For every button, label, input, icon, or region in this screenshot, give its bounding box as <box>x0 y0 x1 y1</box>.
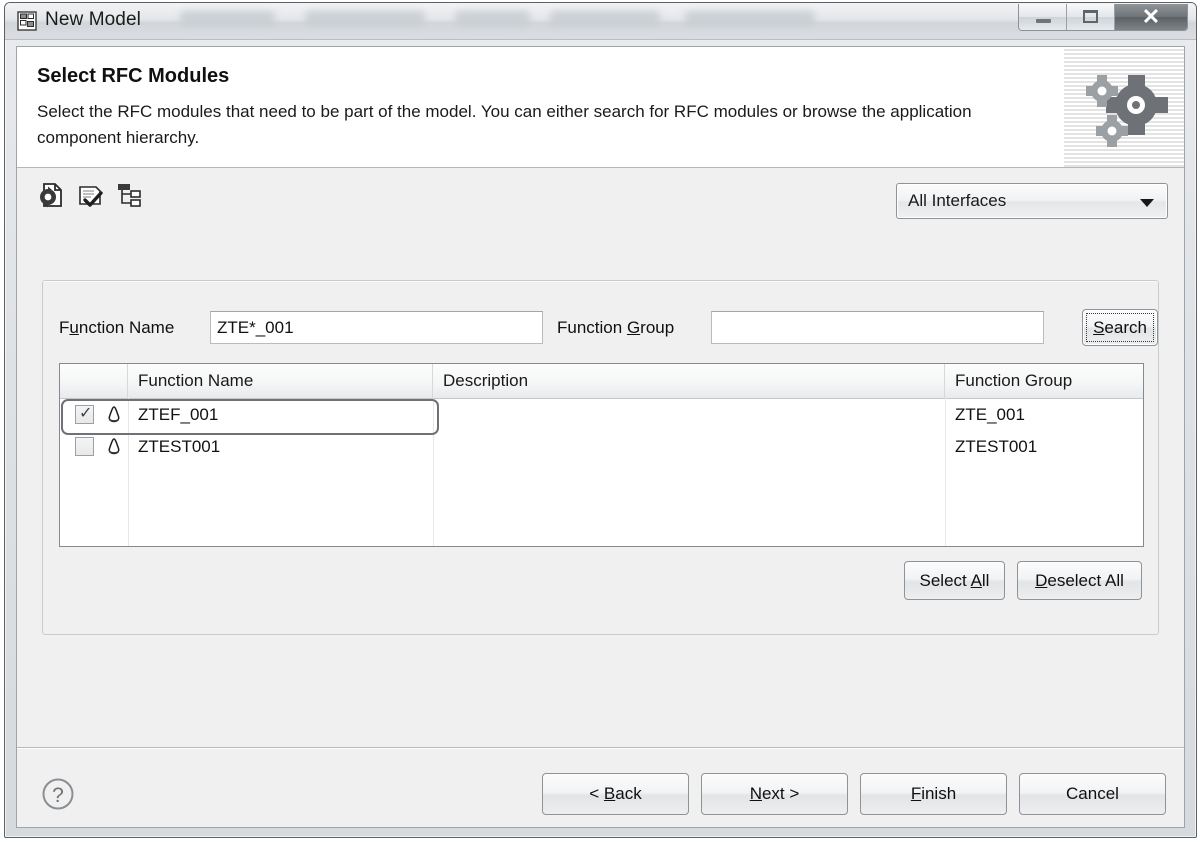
wizard-banner: Select RFC Modules Select the RFC module… <box>17 47 1184 168</box>
hierarchy-tree-icon[interactable] <box>115 181 143 209</box>
function-name-label: Function Name <box>59 318 175 337</box>
rfc-modules-table[interactable]: Function Name Description Function Group… <box>59 363 1144 547</box>
column-header-function-group[interactable]: Function Group <box>945 364 1143 398</box>
function-name-input[interactable] <box>210 311 543 344</box>
cell-description <box>433 399 945 431</box>
footer-separator <box>17 747 1184 749</box>
function-group-input[interactable] <box>711 311 1044 344</box>
close-icon: ✕ <box>1141 4 1161 29</box>
page-description: Select the RFC modules that need to be p… <box>37 102 972 147</box>
search-button[interactable]: Search <box>1082 309 1158 346</box>
screenshot-root: New Model ✕ Select RFC Modules Select th… <box>0 0 1201 842</box>
table-row[interactable]: ✓ ZTEF_001 ZTE_001 <box>60 399 1143 435</box>
selection-buttons: Select All Deselect All <box>904 561 1142 600</box>
checkmark-icon: ✓ <box>79 405 93 422</box>
restore-icon <box>1082 10 1098 23</box>
cell-function-name: ZTEF_001 <box>138 405 219 424</box>
row-checkbox[interactable]: ✓ <box>75 405 94 424</box>
toolbar: All Interfaces <box>17 169 1184 235</box>
row-select-cell[interactable]: ✓ <box>60 399 128 431</box>
row-select-cell[interactable] <box>60 431 128 463</box>
deselect-all-button[interactable]: Deselect All <box>1017 561 1142 600</box>
cell-function-group: ZTE_001 <box>955 405 1025 424</box>
rfc-module-icon <box>108 438 120 455</box>
rfc-module-icon <box>108 406 120 423</box>
minimize-button[interactable] <box>1019 4 1067 30</box>
svg-text:?: ? <box>52 784 64 807</box>
finish-button[interactable]: Finish <box>860 773 1007 815</box>
document-check-icon[interactable] <box>76 181 104 209</box>
interface-filter-value: All Interfaces <box>908 191 1007 210</box>
next-button[interactable]: Next > <box>701 773 848 815</box>
search-results-panel: Function Name Function Group Search Func… <box>42 280 1159 635</box>
row-checkbox[interactable] <box>75 437 94 456</box>
chevron-down-icon <box>1140 199 1154 207</box>
search-row: Function Name Function Group Search <box>43 309 1158 349</box>
gears-banner-graphic <box>1064 47 1184 167</box>
interface-filter-combo[interactable]: All Interfaces <box>896 183 1168 219</box>
wizard-buttons: < Back Next > Finish Cancel <box>542 773 1166 815</box>
cell-function-name: ZTEST001 <box>138 437 221 456</box>
wizard-dialog: Select RFC Modules Select the RFC module… <box>16 46 1185 828</box>
window-title: New Model <box>45 9 141 30</box>
toolbar-icon-group <box>37 181 143 209</box>
column-header-select[interactable] <box>60 364 128 398</box>
close-button[interactable]: ✕ <box>1115 4 1187 30</box>
minimize-icon <box>1035 19 1051 24</box>
window-titlebar[interactable]: New Model ✕ <box>5 3 1196 40</box>
window-controls: ✕ <box>1018 4 1188 31</box>
new-model-window: New Model ✕ Select RFC Modules Select th… <box>4 2 1197 838</box>
column-header-function-name[interactable]: Function Name <box>128 364 433 398</box>
restore-button[interactable] <box>1067 4 1115 30</box>
help-button[interactable]: ? <box>41 777 75 811</box>
table-body: ✓ ZTEF_001 ZTE_001 ZTEST001 ZTEST001 <box>60 399 1143 463</box>
cell-function-group: ZTEST001 <box>955 437 1038 456</box>
cancel-button[interactable]: Cancel <box>1019 773 1166 815</box>
cell-description <box>433 431 945 463</box>
column-header-description[interactable]: Description <box>433 364 945 398</box>
back-button[interactable]: < Back <box>542 773 689 815</box>
table-row[interactable]: ZTEST001 ZTEST001 <box>60 431 1143 463</box>
function-group-label: Function Group <box>557 318 675 337</box>
model-blocks-icon <box>17 11 37 31</box>
table-header-row: Function Name Description Function Group <box>60 364 1143 399</box>
page-title: Select RFC Modules <box>37 65 230 87</box>
select-all-button[interactable]: Select All <box>904 561 1005 600</box>
refresh-icon[interactable] <box>37 181 65 209</box>
